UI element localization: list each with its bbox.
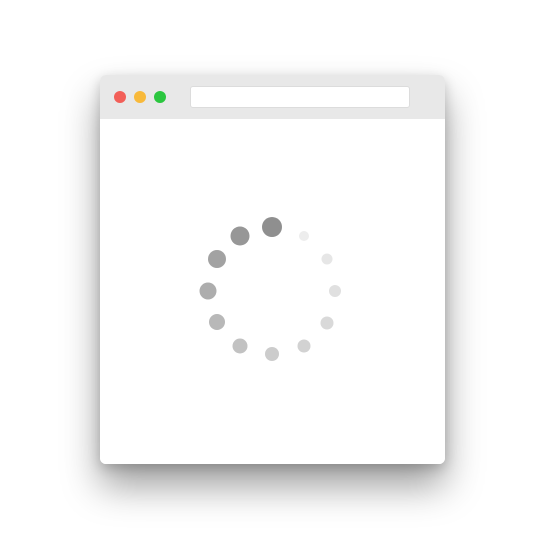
minimize-window-button[interactable] [134, 91, 146, 103]
page-content [100, 119, 445, 464]
desktop-background [0, 0, 545, 539]
browser-window [100, 75, 445, 464]
title-bar [100, 75, 445, 119]
address-bar-input[interactable] [190, 86, 410, 108]
zoom-window-button[interactable] [154, 91, 166, 103]
close-window-button[interactable] [114, 91, 126, 103]
